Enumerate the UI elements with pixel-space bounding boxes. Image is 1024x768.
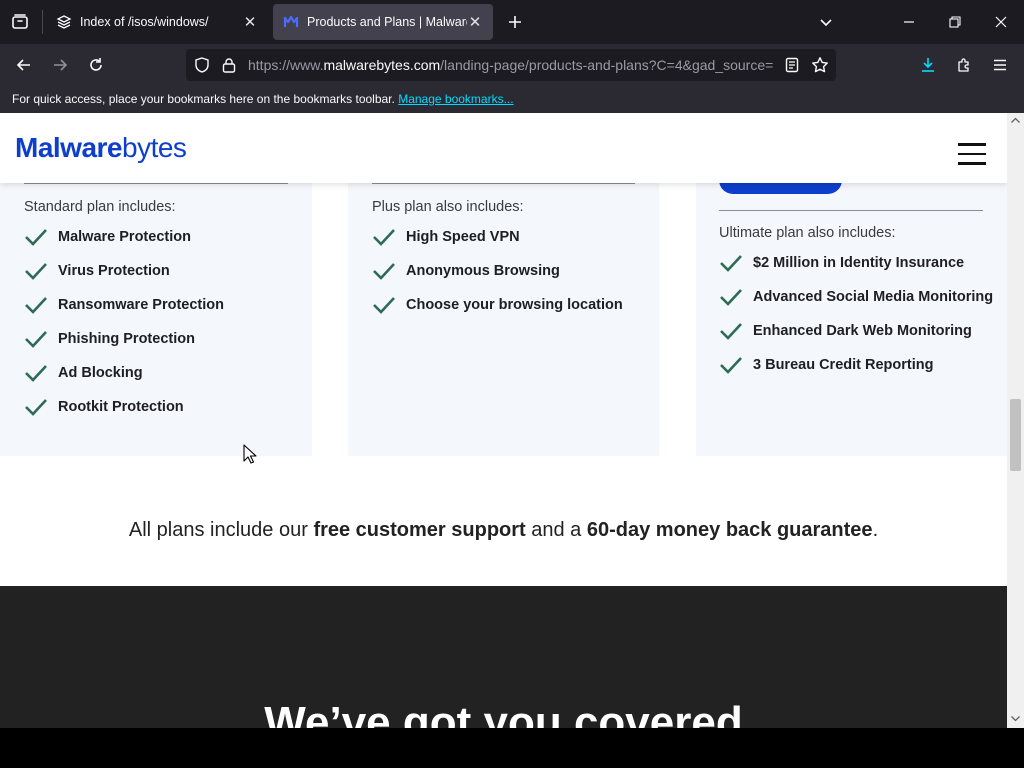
page-content: Standard plan includes: Malware Protecti… bbox=[0, 113, 1007, 728]
site-header: Malwarebytes bbox=[0, 113, 1007, 183]
feature-item: Ad Blocking bbox=[24, 356, 304, 390]
plan-heading: Ultimate plan also includes: bbox=[719, 225, 896, 241]
feature-item: Enhanced Dark Web Monitoring bbox=[719, 314, 1004, 348]
url-path: /landing-page/products-and-plans?C=4&gad… bbox=[440, 57, 774, 73]
app-menu-button[interactable] bbox=[985, 50, 1015, 80]
bookmark-star-icon[interactable] bbox=[811, 56, 829, 74]
download-icon bbox=[922, 58, 934, 72]
close-tab-icon[interactable]: ✕ bbox=[242, 14, 258, 31]
feature-item: Phishing Protection bbox=[24, 322, 304, 356]
feature-item: Virus Protection bbox=[24, 254, 304, 288]
section-heading: We’ve got you covered bbox=[264, 698, 743, 728]
taskbar-area bbox=[0, 728, 1024, 768]
navigation-toolbar: https://www.malwarebytes.com/landing-pag… bbox=[0, 44, 1024, 86]
checkmark-icon bbox=[373, 229, 395, 246]
plan-heading: Plus plan also includes: bbox=[372, 199, 524, 215]
plan-heading: Standard plan includes: bbox=[24, 199, 176, 215]
shield-icon[interactable] bbox=[194, 57, 210, 73]
feature-item: Anonymous Browsing bbox=[372, 254, 652, 288]
scroll-down-icon[interactable] bbox=[1011, 716, 1020, 722]
feature-item: Advanced Social Media Monitoring bbox=[719, 280, 1004, 314]
address-bar[interactable]: https://www.malwarebytes.com/landing-pag… bbox=[186, 49, 836, 81]
site-menu-button[interactable] bbox=[958, 143, 986, 165]
checkmark-icon bbox=[373, 263, 395, 280]
url-text[interactable]: https://www.malwarebytes.com/landing-pag… bbox=[248, 57, 774, 73]
checkmark-icon bbox=[25, 399, 47, 416]
reader-view-icon[interactable] bbox=[785, 57, 799, 73]
checkmark-icon bbox=[720, 289, 742, 306]
puzzle-piece-icon bbox=[958, 58, 969, 72]
malwarebytes-icon bbox=[283, 15, 299, 27]
reload-button[interactable] bbox=[81, 50, 111, 80]
bookmarks-toolbar: For quick access, place your bookmarks h… bbox=[0, 86, 1024, 113]
feature-item: Malware Protection bbox=[24, 220, 304, 254]
checkmark-icon bbox=[25, 297, 47, 314]
new-tab-button[interactable] bbox=[501, 8, 529, 36]
feature-list: High Speed VPN Anonymous Browsing Choose… bbox=[372, 220, 652, 322]
feature-item: Choose your browsing location bbox=[372, 288, 652, 322]
tab-title: Index of /isos/windows/ bbox=[80, 15, 209, 29]
hamburger-menu-icon bbox=[994, 59, 1006, 71]
tab-products-and-plans[interactable]: Products and Plans | Malwareby ✕ bbox=[273, 4, 493, 40]
chevron-down-icon bbox=[820, 19, 832, 27]
firefox-view-button[interactable] bbox=[6, 8, 34, 36]
tab-divider bbox=[42, 10, 43, 34]
coverage-section: We’ve got you covered bbox=[0, 586, 1007, 728]
back-button[interactable] bbox=[9, 50, 39, 80]
stack-icon bbox=[56, 15, 72, 29]
minimize-icon bbox=[904, 21, 914, 23]
feature-item: 3 Bureau Credit Reporting bbox=[719, 348, 1004, 382]
checkmark-icon bbox=[25, 365, 47, 382]
checkmark-icon bbox=[720, 255, 742, 272]
guarantee-text: All plans include our free customer supp… bbox=[128, 519, 879, 541]
checkmark-icon bbox=[25, 331, 47, 348]
feature-item: Rootkit Protection bbox=[24, 390, 304, 424]
restore-button[interactable] bbox=[941, 8, 969, 36]
downloads-button[interactable] bbox=[913, 50, 943, 80]
tab-title: Products and Plans | Malwareby bbox=[307, 15, 467, 29]
scroll-up-icon[interactable] bbox=[1011, 117, 1020, 123]
close-icon bbox=[995, 16, 1007, 28]
tab-strip: Index of /isos/windows/ ✕ Products and P… bbox=[0, 0, 1024, 44]
scrollbar-thumb[interactable] bbox=[1010, 399, 1021, 471]
lock-icon[interactable] bbox=[222, 57, 236, 73]
reload-icon bbox=[90, 58, 102, 71]
forward-button[interactable] bbox=[45, 50, 75, 80]
plus-icon bbox=[509, 16, 521, 28]
back-arrow-icon bbox=[16, 59, 30, 71]
feature-item: High Speed VPN bbox=[372, 220, 652, 254]
minimize-button[interactable] bbox=[895, 8, 923, 36]
extensions-button[interactable] bbox=[949, 50, 979, 80]
card-divider bbox=[372, 183, 635, 184]
feature-list: $2 Million in Identity Insurance Advance… bbox=[719, 246, 1004, 382]
checkmark-icon bbox=[373, 297, 395, 314]
malwarebytes-logo[interactable]: Malwarebytes bbox=[15, 132, 187, 164]
mouse-cursor-icon bbox=[243, 444, 257, 464]
list-all-tabs-button[interactable] bbox=[812, 8, 840, 36]
restore-icon bbox=[949, 16, 961, 28]
checkmark-icon bbox=[720, 357, 742, 374]
card-divider bbox=[24, 183, 288, 184]
feature-item: $2 Million in Identity Insurance bbox=[719, 246, 1004, 280]
card-divider bbox=[719, 210, 983, 211]
url-domain: malwarebytes.com bbox=[323, 57, 441, 73]
checkmark-icon bbox=[25, 263, 47, 280]
manage-bookmarks-link[interactable]: Manage bookmarks... bbox=[398, 92, 513, 106]
feature-list: Malware Protection Virus Protection Rans… bbox=[24, 220, 304, 424]
bookmarks-hint: For quick access, place your bookmarks h… bbox=[12, 92, 395, 106]
feature-item: Ransomware Protection bbox=[24, 288, 304, 322]
firefox-view-icon bbox=[12, 14, 28, 29]
tab-index-isos[interactable]: Index of /isos/windows/ ✕ bbox=[46, 4, 268, 40]
close-window-button[interactable] bbox=[987, 8, 1015, 36]
checkmark-icon bbox=[25, 229, 47, 246]
close-tab-icon[interactable]: ✕ bbox=[467, 14, 483, 31]
page-scrollbar[interactable] bbox=[1007, 113, 1024, 728]
checkmark-icon bbox=[720, 323, 742, 340]
forward-arrow-icon bbox=[54, 59, 68, 71]
url-prefix: https://www. bbox=[248, 57, 324, 73]
